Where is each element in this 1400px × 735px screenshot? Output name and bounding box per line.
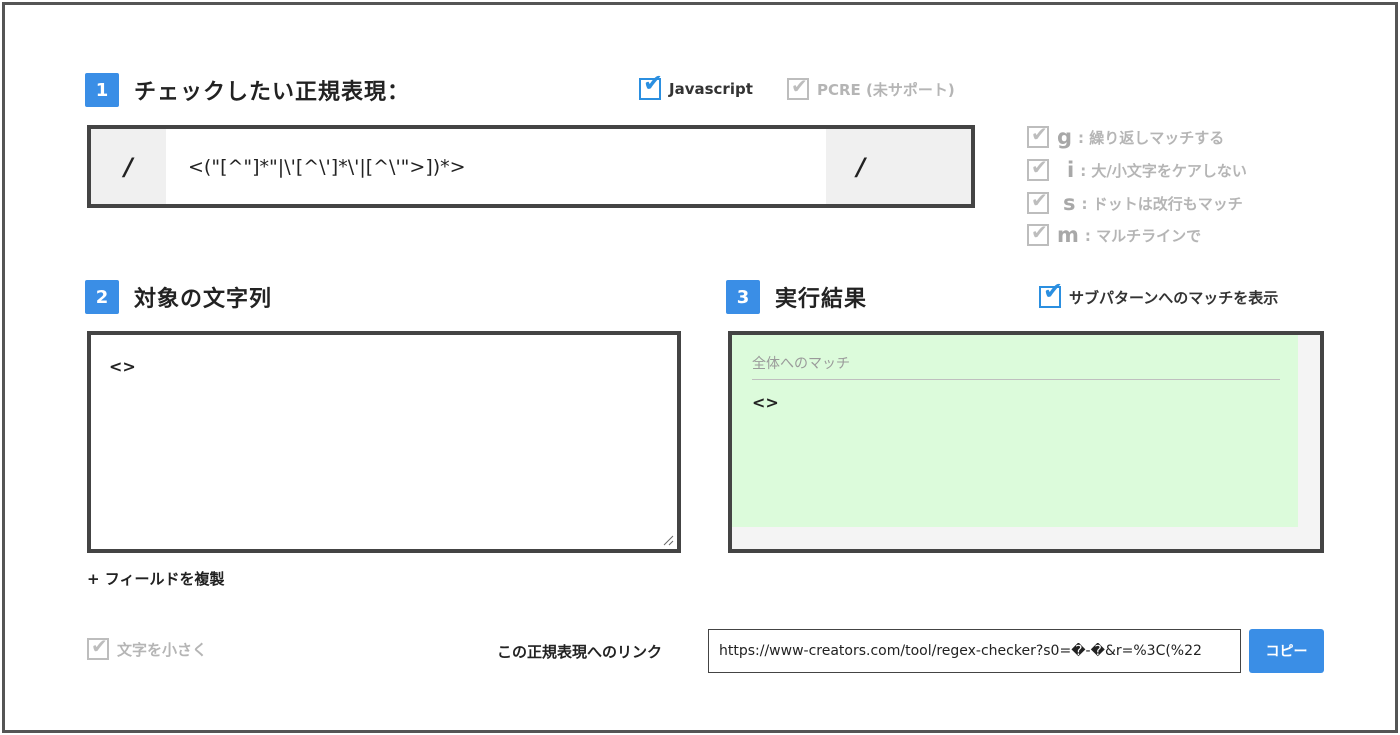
flag-i-checkbox[interactable]: ✔ i : 大/小文字をケアしない <box>1027 156 1247 182</box>
step3-badge: 3 <box>726 280 760 314</box>
submatch-label: サブパターンへのマッチを表示 <box>1069 288 1279 307</box>
flag-s-checkbox[interactable]: ✔ s : ドットは改行もマッチ <box>1027 189 1243 215</box>
flag-g-key: g <box>1057 125 1073 149</box>
flag-s-key: s <box>1063 191 1076 215</box>
submatch-checkbox[interactable]: ✔ サブパターンへのマッチを表示 <box>1039 279 1279 308</box>
checkbox-checked-icon: ✔ <box>1039 279 1063 308</box>
result-match-area: 全体へのマッチ <> <box>732 335 1298 527</box>
regex-input[interactable] <box>166 129 826 204</box>
step2-title: 対象の文字列 <box>134 287 273 312</box>
step1-badge: 1 <box>85 73 119 107</box>
step1-header: 1 チェックしたい正規表現： <box>85 73 410 107</box>
checkbox-checked-icon: ✔ <box>1027 123 1049 148</box>
flag-g-checkbox[interactable]: ✔ g : 繰り返しマッチする <box>1027 123 1225 149</box>
step3-header: 3 実行結果 <box>726 280 867 314</box>
app-frame: 1 チェックしたい正規表現： ✔ Javascript ✔ PCRE (未サポー… <box>2 2 1398 733</box>
small-text-label: 文字を小さく <box>117 640 208 659</box>
regex-field: / / <box>87 125 975 208</box>
result-divider <box>752 379 1280 380</box>
javascript-checkbox[interactable]: ✔ Javascript <box>639 71 753 100</box>
target-text: <> <box>109 357 136 376</box>
checkbox-checked-icon: ✔ <box>1027 156 1049 181</box>
step3-title: 実行結果 <box>775 287 868 312</box>
link-label: この正規表現へのリンク <box>497 643 663 661</box>
checkbox-checked-icon: ✔ <box>787 75 809 100</box>
resize-grip-icon[interactable] <box>662 534 674 546</box>
pcre-checkbox[interactable]: ✔ PCRE (未サポート) <box>787 75 955 100</box>
step1-title: チェックしたい正規表現： <box>134 80 411 105</box>
link-url-field[interactable] <box>708 629 1241 673</box>
flag-i-label: : 大/小文字をケアしない <box>1080 161 1247 180</box>
duplicate-field-link[interactable]: + フィールドを複製 <box>87 568 225 589</box>
flag-g-label: : 繰り返しマッチする <box>1078 128 1225 147</box>
step2-header: 2 対象の文字列 <box>85 280 272 314</box>
small-text-checkbox[interactable]: ✔ 文字を小さく <box>87 635 208 660</box>
checkbox-checked-icon: ✔ <box>87 635 109 660</box>
result-panel: 全体へのマッチ <> <box>728 331 1324 553</box>
copy-button[interactable]: コピー <box>1249 629 1324 673</box>
regex-open-delimiter: / <box>124 152 133 181</box>
flag-s-label: : ドットは改行もマッチ <box>1081 194 1243 213</box>
regex-close-delimiter: / <box>856 152 866 181</box>
flag-i-key: i <box>1067 158 1075 182</box>
pcre-label: PCRE (未サポート) <box>817 80 955 99</box>
result-header: 全体へのマッチ <box>752 356 850 372</box>
checkbox-checked-icon: ✔ <box>639 71 663 100</box>
javascript-label: Javascript <box>669 80 753 98</box>
target-textarea[interactable]: <> <box>87 331 681 553</box>
result-value: <> <box>752 393 779 412</box>
checkbox-checked-icon: ✔ <box>1027 221 1049 246</box>
checkbox-checked-icon: ✔ <box>1027 189 1049 214</box>
step2-badge: 2 <box>85 280 119 314</box>
flag-m-key: m <box>1057 223 1079 247</box>
flag-m-label: : マルチラインで <box>1084 226 1202 245</box>
flag-m-checkbox[interactable]: ✔ m : マルチラインで <box>1027 221 1202 247</box>
